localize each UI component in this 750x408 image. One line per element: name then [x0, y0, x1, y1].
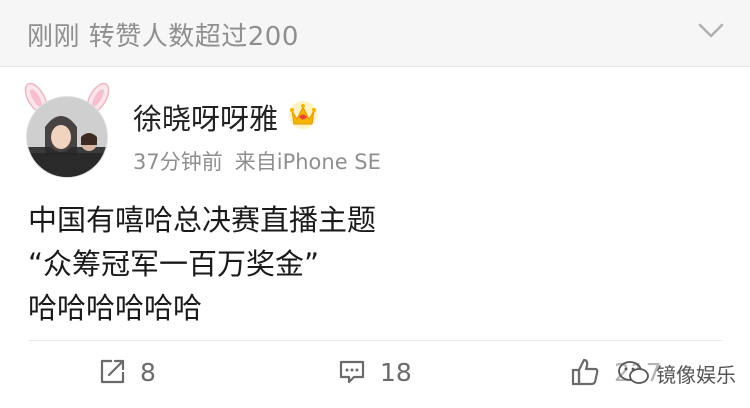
post-line: 哈哈哈哈哈哈	[28, 291, 203, 325]
post-meta: 37分钟前 来自iPhone SE	[133, 146, 381, 176]
thumbs-up-icon	[571, 358, 599, 386]
chevron-down-icon[interactable]	[698, 22, 724, 40]
comment-count: 18	[380, 357, 412, 387]
notification-bar[interactable]: 刚刚 转赞人数超过200	[0, 0, 750, 67]
post-line: 中国有嘻哈总决赛直播主题	[28, 203, 377, 237]
post-content: 中国有嘻哈总决赛直播主题 “众筹冠军一百万奖金” 哈哈哈哈哈哈	[28, 198, 376, 330]
post-time: 37分钟前	[133, 150, 223, 174]
username[interactable]: 徐晓呀呀雅	[133, 96, 278, 138]
watermark: 镜像娱乐	[618, 358, 736, 388]
crown-icon	[289, 101, 317, 129]
wechat-icon	[618, 361, 649, 384]
post-source[interactable]: 来自iPhone SE	[235, 150, 381, 174]
share-count: 8	[140, 357, 156, 387]
post-line: “众筹冠军一百万奖金”	[28, 247, 320, 281]
watermark-text: 镜像娱乐	[656, 362, 736, 387]
comment-button[interactable]: 18	[338, 355, 412, 389]
action-divider	[28, 340, 722, 341]
comment-icon	[339, 360, 365, 384]
share-icon	[100, 359, 125, 384]
avatar[interactable]	[18, 80, 118, 180]
avatar-photo	[26, 96, 108, 178]
notification-hint: 刚刚 转赞人数超过200	[27, 22, 299, 52]
share-button[interactable]: 8	[98, 355, 156, 389]
